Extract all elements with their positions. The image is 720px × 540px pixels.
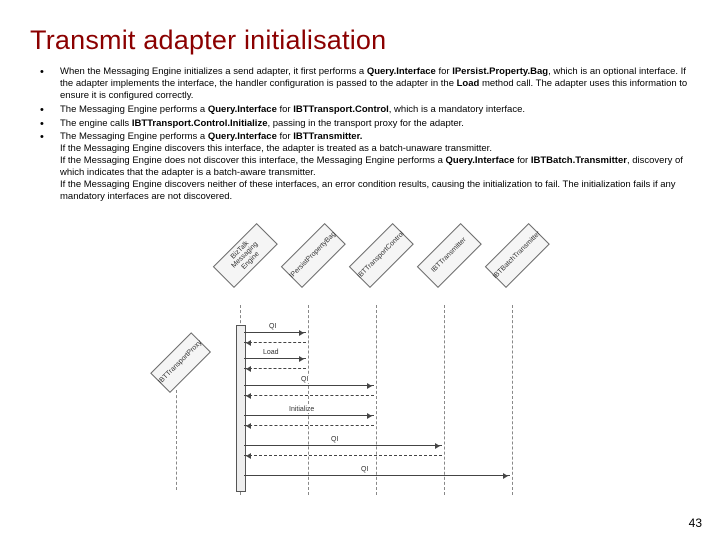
text: When the Messaging Engine initializes a … [60, 66, 367, 77]
head-batch: IBTBatchTransmitter [485, 223, 550, 288]
head-bag: IPersistPropertyBag [281, 223, 346, 288]
label-qi-batch: QI [360, 466, 369, 473]
lifeline-ctrl [376, 305, 377, 495]
bold-text: IBTTransmitter. [293, 131, 362, 142]
head-tx: IBTTransmitter [417, 223, 482, 288]
bold-text: IBTTransport.Control [293, 104, 389, 115]
text: The Messaging Engine performs a [60, 131, 208, 142]
arrow-initialize [244, 415, 374, 416]
bold-text: IBTBatch.Transmitter [531, 155, 627, 166]
bold-text: IBTTransport.Control.Initialize [132, 118, 268, 129]
head-engine: BizTalk Messaging Engine [213, 223, 278, 288]
label-qi-tx: QI [330, 436, 339, 443]
bold-text: Query.Interface [367, 66, 436, 77]
arrow-qi-ctrl [244, 385, 374, 386]
bold-text: Query.Interface [208, 131, 277, 142]
head-proxy: IBTTransportProxy [150, 332, 211, 393]
label-qi-ctrl: QI [300, 376, 309, 383]
text: for [277, 131, 293, 142]
arrow-qi-tx-return [244, 455, 442, 456]
head-ctrl: IBTTransportControl [349, 223, 414, 288]
bullet-3: The engine calls IBTTransport.Control.In… [30, 118, 690, 130]
bold-text: IPersist.Property.Bag [452, 66, 548, 77]
text: The Messaging Engine performs a [60, 104, 208, 115]
activation-engine [236, 325, 246, 492]
sequence-diagram: BizTalk Messaging Engine IPersistPropert… [200, 270, 600, 500]
text: , passing in the transport proxy for the… [267, 118, 463, 129]
text: for [277, 104, 293, 115]
label-initialize: Initialize [288, 406, 315, 413]
lifeline-tx [444, 305, 445, 495]
text: for [515, 155, 531, 166]
arrow-qi-bag-return [244, 342, 306, 343]
label-qi: QI [268, 323, 277, 330]
arrow-load-return [244, 368, 306, 369]
slide: Transmit adapter initialisation When the… [0, 0, 720, 540]
text: If the Messaging Engine does not discove… [60, 155, 446, 166]
bold-text: Query.Interface [446, 155, 515, 166]
lifeline-proxy [176, 390, 177, 490]
bullet-1: When the Messaging Engine initializes a … [30, 66, 690, 102]
slide-title: Transmit adapter initialisation [30, 25, 690, 56]
page-number: 43 [689, 516, 702, 530]
bold-text: Load [457, 78, 480, 89]
bullet-2: The Messaging Engine performs a Query.In… [30, 104, 690, 116]
label-load: Load [262, 349, 280, 356]
bold-text: Query.Interface [208, 104, 277, 115]
text: for [436, 66, 452, 77]
bullet-4: The Messaging Engine performs a Query.In… [30, 131, 690, 202]
arrow-initialize-return [244, 425, 374, 426]
text: The engine calls [60, 118, 132, 129]
arrow-qi-bag [244, 332, 306, 333]
arrow-qi-batch [244, 475, 510, 476]
text: If the Messaging Engine discovers this i… [60, 143, 492, 154]
lifeline-batch [512, 305, 513, 495]
arrow-qi-ctrl-return [244, 395, 374, 396]
text: , which is a mandatory interface. [389, 104, 525, 115]
bullet-list: When the Messaging Engine initializes a … [30, 66, 690, 203]
arrow-load [244, 358, 306, 359]
arrow-qi-tx [244, 445, 442, 446]
lifeline-bag [308, 305, 309, 495]
text: If the Messaging Engine discovers neithe… [60, 179, 676, 202]
